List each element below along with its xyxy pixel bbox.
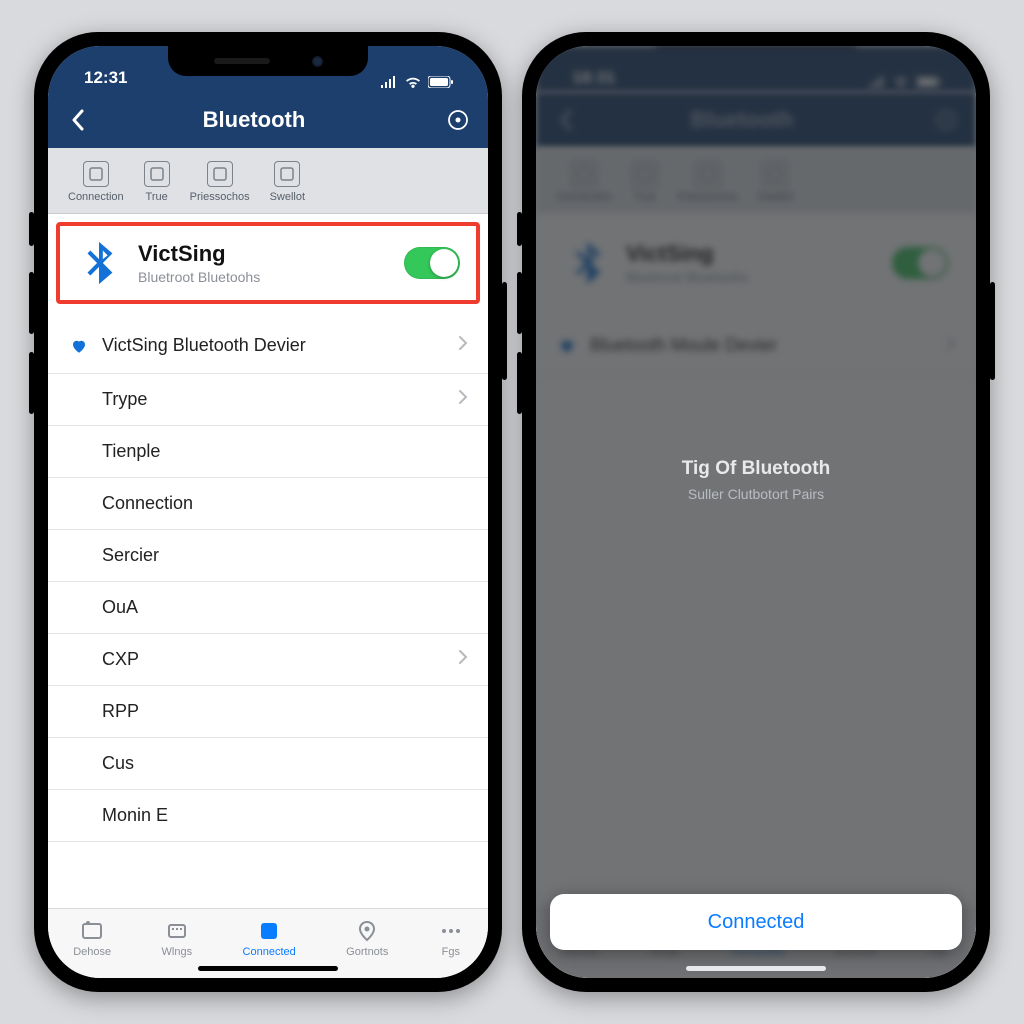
side-button — [517, 352, 522, 414]
list-item-label: Tienple — [102, 441, 160, 462]
main-content: VictSing Bluetroot Bluetoohs VictSing Bl… — [48, 214, 488, 908]
toolbar-icon — [274, 161, 300, 187]
tab-label: Dehose — [73, 946, 111, 958]
toolbar-icon — [207, 161, 233, 187]
list-item[interactable]: Tienple — [48, 426, 488, 478]
toolbar-swellot[interactable]: Swellot — [260, 161, 315, 203]
list-item[interactable]: Sercier — [48, 530, 488, 582]
toolbar-label: True — [146, 191, 168, 203]
side-button — [29, 352, 34, 414]
status-indicators — [380, 76, 454, 88]
home-indicator[interactable] — [686, 966, 826, 971]
list-item-label: Monin E — [102, 805, 168, 826]
tab-icon — [257, 919, 281, 943]
page-title: Bluetooth — [66, 107, 442, 133]
list-item-label: CXP — [102, 649, 139, 670]
overlay-subtitle: Suller Clutbotort Pairs — [536, 486, 976, 502]
bluetooth-master-subtitle: Bluetroot Bluetoohs — [138, 269, 260, 285]
screen: 12:31 Bluetooth — [48, 46, 488, 978]
tab-fgs[interactable]: Fgs — [439, 919, 463, 958]
tab-dehose[interactable]: Dehose — [73, 919, 111, 958]
action-sheet-button[interactable]: Connected — [550, 894, 962, 950]
bluetooth-master-name: VictSing — [138, 241, 260, 267]
wifi-icon — [404, 76, 422, 88]
action-sheet-label: Connected — [708, 911, 805, 934]
bluetooth-master-row[interactable]: VictSing Bluetroot Bluetoohs — [56, 222, 480, 304]
toolbar-label: Swellot — [270, 191, 305, 203]
list-item-label: Connection — [102, 493, 193, 514]
tab-connected[interactable]: Connected — [243, 919, 296, 958]
app-header: Bluetooth — [48, 92, 488, 148]
side-button — [29, 272, 34, 334]
notch — [168, 46, 368, 76]
overlay-title: Tig Of Bluetooth — [536, 458, 976, 480]
list-item-label: Cus — [102, 753, 134, 774]
refresh-icon — [446, 108, 470, 132]
toolbar-icon — [83, 161, 109, 187]
tab-label: Wlngs — [162, 946, 193, 958]
list-item[interactable]: Trype — [48, 374, 488, 426]
list-item[interactable]: OuA — [48, 582, 488, 634]
settings-list: VictSing Bluetooth Devier Trype Tienple … — [48, 318, 488, 842]
list-item[interactable]: CXP — [48, 634, 488, 686]
list-item-label: OuA — [102, 597, 138, 618]
tab-icon — [439, 919, 463, 943]
phone-right: 18:31 Bluetooth Connection — [522, 32, 990, 992]
tab-wings[interactable]: Wlngs — [162, 919, 193, 958]
screen: 18:31 Bluetooth Connection — [536, 46, 976, 978]
battery-icon — [428, 76, 454, 88]
side-button — [502, 282, 507, 380]
bluetooth-toggle[interactable] — [404, 247, 460, 279]
two-phone-comparison: 12:31 Bluetooth — [34, 32, 990, 992]
list-item[interactable]: Connection — [48, 478, 488, 530]
list-item-label: RPP — [102, 701, 139, 722]
tab-label: Fgs — [442, 946, 460, 958]
tab-icon — [80, 919, 104, 943]
header-action-button[interactable] — [442, 104, 474, 136]
home-indicator[interactable] — [198, 966, 338, 971]
phone-left: 12:31 Bluetooth — [34, 32, 502, 992]
list-item-label: Sercier — [102, 545, 159, 566]
cellular-icon — [380, 76, 398, 88]
list-item[interactable]: RPP — [48, 686, 488, 738]
modal-overlay[interactable]: Tig Of Bluetooth Suller Clutbotort Pairs… — [536, 46, 976, 978]
toolbar-label: Priessochos — [190, 191, 250, 203]
toolbar-true[interactable]: True — [134, 161, 180, 203]
chevron-right-icon — [458, 389, 468, 410]
tab-label: Connected — [243, 946, 296, 958]
tab-gortnots[interactable]: Gortnots — [346, 919, 388, 958]
status-clock: 12:31 — [84, 68, 127, 88]
tab-icon — [355, 919, 379, 943]
side-button — [517, 212, 522, 246]
list-item-label: Trype — [102, 389, 147, 410]
heart-icon — [68, 337, 90, 355]
toolbar-connection[interactable]: Connection — [58, 161, 134, 203]
device-row-label: VictSing Bluetooth Devier — [102, 335, 306, 356]
chevron-right-icon — [458, 335, 468, 356]
toolbar-priessochos[interactable]: Priessochos — [180, 161, 260, 203]
toolbar-label: Connection — [68, 191, 124, 203]
side-button — [990, 282, 995, 380]
list-item[interactable]: Monin E — [48, 790, 488, 842]
top-toolbar: Connection True Priessochos Swellot — [48, 148, 488, 214]
overlay-message: Tig Of Bluetooth Suller Clutbotort Pairs — [536, 458, 976, 502]
toolbar-icon — [144, 161, 170, 187]
bluetooth-icon — [76, 240, 122, 286]
list-item[interactable]: Cus — [48, 738, 488, 790]
tab-icon — [165, 919, 189, 943]
side-button — [517, 272, 522, 334]
device-row[interactable]: VictSing Bluetooth Devier — [48, 318, 488, 374]
tab-label: Gortnots — [346, 946, 388, 958]
side-button — [29, 212, 34, 246]
chevron-right-icon — [458, 649, 468, 670]
bluetooth-master-text: VictSing Bluetroot Bluetoohs — [138, 241, 260, 285]
